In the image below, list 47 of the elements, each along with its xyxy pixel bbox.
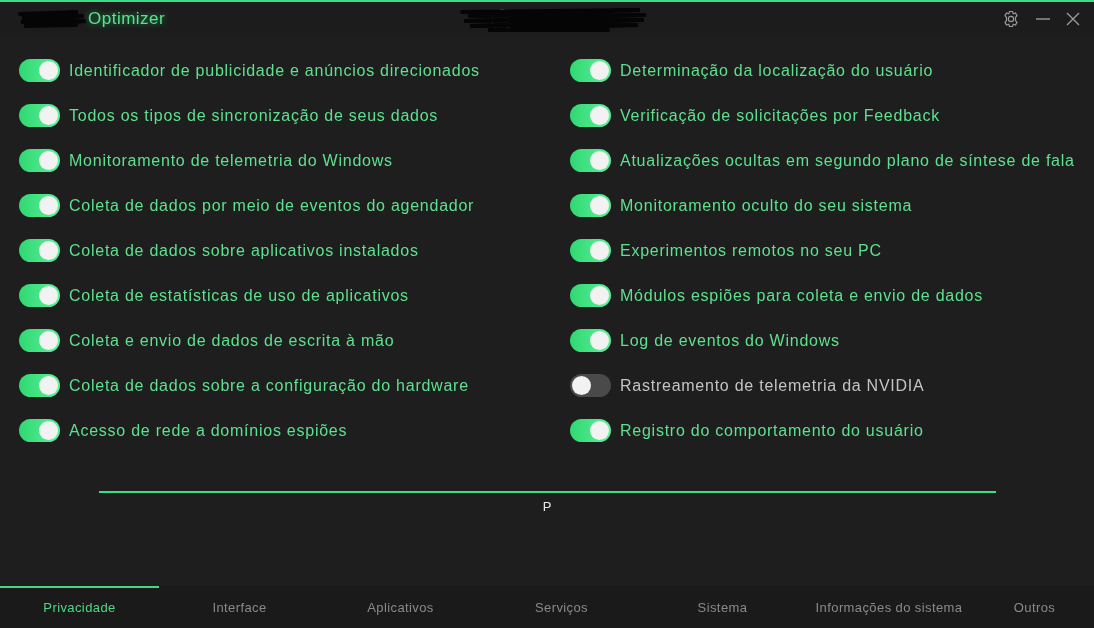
toggle-label: Rastreamento de telemetria da NVIDIA <box>620 375 925 396</box>
toggle-switch[interactable] <box>19 284 60 307</box>
toggle-label: Experimentos remotos no seu PC <box>620 240 882 261</box>
toggle-label: Acesso de rede a domínios espiões <box>69 420 348 441</box>
toggle-label: Coleta de estatísticas de uso de aplicativos <box>69 285 409 306</box>
close-icon[interactable] <box>1066 12 1080 26</box>
nav-tab[interactable]: Sistema <box>642 586 803 628</box>
toggle-switch[interactable] <box>19 104 60 127</box>
toggle-switch[interactable] <box>570 374 611 397</box>
toggle-label: Registro do comportamento do usuário <box>620 420 924 441</box>
toggle-label: Monitoramento oculto do seu sistema <box>620 195 913 216</box>
settings-icon[interactable] <box>1002 10 1020 28</box>
toggle-switch[interactable] <box>19 149 60 172</box>
toggle-label: Coleta de dados sobre a configuração do hardware <box>69 375 469 396</box>
toggle-label: Monitoramento de telemetria do Windows <box>69 150 393 171</box>
toggle-switch[interactable] <box>570 329 611 352</box>
toggle-label: Atualizações ocultas em segundo plano de síntese de fala <box>620 150 1075 171</box>
toggle-label: Verificação de solicitações por Feedback <box>620 105 940 126</box>
toggle-label: Coleta e envio de dados de escrita à mão <box>69 330 395 351</box>
toggle-switch[interactable] <box>19 419 60 442</box>
nav-tab[interactable]: Privacidade <box>0 586 159 628</box>
toggle-label: Coleta de dados por meio de eventos do agendador <box>69 195 475 216</box>
toggle-switch[interactable] <box>570 104 611 127</box>
toggle-switch[interactable] <box>19 239 60 262</box>
toggle-label: Módulos espiões para coleta e envio de dados <box>620 285 983 306</box>
toggle-label: Determinação da localização do usuário <box>620 60 934 81</box>
nav-tab[interactable]: Informações do sistema <box>803 586 975 628</box>
toggle-switch[interactable] <box>570 284 611 307</box>
status-text: P <box>542 498 552 516</box>
toggle-switch[interactable] <box>19 59 60 82</box>
toggle-label: Identificador de publicidade e anúncios direcionados <box>69 60 480 81</box>
window-title: Optimizer <box>88 8 166 31</box>
toggle-switch[interactable] <box>570 59 611 82</box>
toggle-label: Coleta de dados sobre aplicativos instalados <box>69 240 419 261</box>
nav-tab[interactable]: Outros <box>975 586 1094 628</box>
toggle-switch[interactable] <box>19 374 60 397</box>
toggle-switch[interactable] <box>19 194 60 217</box>
toggle-label: Todos os tipos de sincronização de seus dados <box>69 105 439 126</box>
nav-tab[interactable]: Interface <box>159 586 320 628</box>
toggle-switch[interactable] <box>570 149 611 172</box>
nav-tab[interactable]: Aplicativos <box>320 586 481 628</box>
toggle-switch[interactable] <box>570 419 611 442</box>
toggle-label: Log de eventos do Windows <box>620 330 840 351</box>
toggle-switch[interactable] <box>19 329 60 352</box>
toggle-switch[interactable] <box>570 239 611 262</box>
nav-tab[interactable]: Serviços <box>481 586 642 628</box>
toggle-switch[interactable] <box>570 194 611 217</box>
